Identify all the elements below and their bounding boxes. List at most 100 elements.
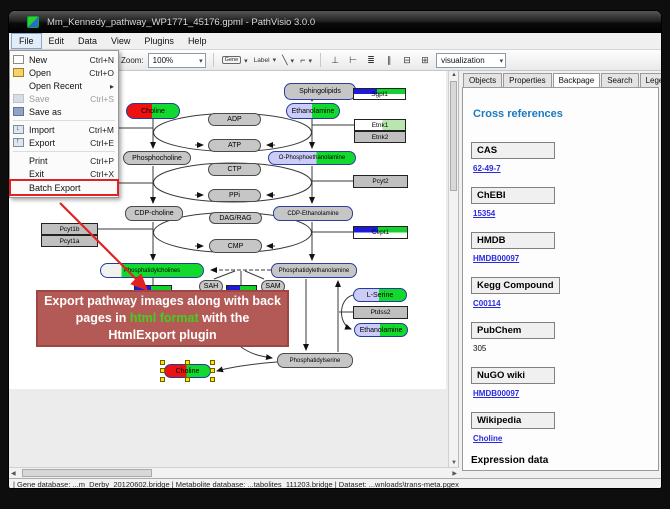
expression-data-heading: Expression data [471, 455, 650, 466]
node-ethanolamine-top[interactable]: Ethanolamine [286, 103, 340, 119]
scroll-left-icon[interactable]: ◀ [11, 470, 16, 477]
selection-handle[interactable] [210, 368, 215, 373]
node-etnk2[interactable]: Etnk2 [354, 131, 406, 143]
node-atp[interactable]: ATP [208, 139, 261, 152]
scroll-up-icon[interactable]: ▲ [451, 72, 457, 78]
node-o-phosphoethanolamine[interactable]: O-Phosphoethanolamine [268, 151, 356, 165]
xref-section-title: PubChem [471, 310, 650, 339]
add-gene-button[interactable]: Gene [221, 52, 249, 68]
side-panel-tabs: ObjectsPropertiesBackpageSearchLegend [462, 73, 660, 87]
node-dag[interactable]: DAG/RAG [209, 212, 262, 224]
xref-title-box: Wikipedia [471, 412, 555, 429]
selection-handle[interactable] [210, 377, 215, 382]
horizontal-scroll-thumb[interactable] [22, 469, 152, 477]
stack-button[interactable] [418, 52, 432, 68]
xref-title-box: ChEBI [471, 187, 555, 204]
menu-bar: FileEditDataViewPluginsHelp [9, 33, 661, 50]
title-bar[interactable]: Mm_Kennedy_pathway_WP1771_45176.gpml - P… [9, 11, 661, 33]
xref-link[interactable]: Choline [473, 434, 502, 443]
node-cept1[interactable]: Cept1 [353, 226, 408, 239]
file-menu-item-print[interactable]: PrintCtrl+P [10, 154, 118, 167]
menubar-item-data[interactable]: Data [71, 33, 104, 49]
xref-link[interactable]: HMDB00097 [473, 254, 519, 263]
node-ptdss2[interactable]: Ptdss2 [353, 306, 408, 319]
distribute-vertical-button[interactable] [382, 52, 396, 68]
node-l-serine[interactable]: L-Serine [353, 288, 407, 302]
tab-search[interactable]: Search [601, 73, 638, 87]
node-phosphocholine[interactable]: Phosphocholine [123, 151, 191, 165]
selection-handle[interactable] [160, 368, 165, 373]
tab-legend[interactable]: Legend [640, 73, 662, 87]
tab-properties[interactable]: Properties [503, 73, 551, 87]
common-size-button[interactable] [400, 52, 414, 68]
vertical-scroll-thumb[interactable] [450, 81, 457, 191]
node-cdp-ethanolamine[interactable]: CDP-Ethanolamine [273, 206, 353, 221]
menu-item-shortcut: Ctrl+X [90, 169, 114, 179]
node-cmp[interactable]: CMP [209, 239, 262, 253]
node-phosphatidylcholines[interactable]: Phosphatidylcholines [100, 263, 204, 278]
file-menu-item-save[interactable]: SaveCtrl+S [10, 92, 118, 105]
selection-handle[interactable] [185, 360, 190, 365]
scroll-down-icon[interactable]: ▼ [451, 460, 457, 466]
xref-title-box: Kegg Compound [471, 277, 560, 294]
scroll-right-icon[interactable]: ▶ [452, 470, 457, 477]
selection-handle[interactable] [160, 360, 165, 365]
menubar-item-plugins[interactable]: Plugins [137, 33, 181, 49]
menu-item-shortcut: Ctrl+P [90, 156, 114, 166]
menu-item-shortcut: Ctrl+S [90, 94, 114, 104]
chevron-down-icon [497, 56, 504, 65]
export-icon [13, 138, 24, 147]
file-menu-item-export[interactable]: ExportCtrl+E [10, 136, 118, 149]
xref-section: Wikipedia Choline [471, 400, 650, 443]
menubar-item-view[interactable]: View [104, 33, 137, 49]
node-choline-top[interactable]: Choline [126, 103, 180, 119]
xref-link[interactable]: C00114 [473, 299, 501, 308]
file-menu-item-import[interactable]: ImportCtrl+M [10, 123, 118, 136]
add-label-button[interactable]: Label [253, 52, 277, 68]
visualization-combobox[interactable]: visualization [436, 53, 506, 68]
node-cdp-choline[interactable]: CDP-choline [125, 206, 183, 221]
zoom-combobox[interactable]: 100% [148, 53, 206, 68]
file-menu-item-exit[interactable]: ExitCtrl+X [10, 167, 118, 180]
xref-link[interactable]: 15354 [473, 209, 495, 218]
node-etnk1[interactable]: Etnk1 [354, 119, 406, 131]
node-ctp[interactable]: CTP [208, 163, 261, 176]
node-ppi[interactable]: PPi [208, 189, 261, 202]
canvas-horizontal-scrollbar[interactable]: ◀ ▶ [9, 467, 459, 478]
selection-handle[interactable] [185, 377, 190, 382]
selection-handle[interactable] [210, 360, 215, 365]
node-pcyt2[interactable]: Pcyt2 [353, 175, 408, 188]
tab-backpage[interactable]: Backpage [553, 73, 601, 87]
node-phosphatidylethanolamine[interactable]: Phosphatidylethanolamine [271, 263, 357, 278]
line-tool-button[interactable] [281, 52, 295, 68]
backpage-panel: Cross references CAS62-49-7ChEBI15354HMD… [462, 87, 659, 471]
node-pcyt1b[interactable]: Pcyt1b [41, 223, 98, 235]
node-ethanolamine-bottom[interactable]: Ethanolamine [354, 323, 408, 337]
file-menu-item-new[interactable]: NewCtrl+N [10, 53, 118, 66]
node-label: PPi [229, 192, 240, 199]
xref-link[interactable]: 62-49-7 [473, 164, 501, 173]
node-pcyt1a[interactable]: Pcyt1a [41, 235, 98, 247]
menubar-item-edit[interactable]: Edit [42, 33, 72, 49]
menubar-item-file[interactable]: File [11, 33, 42, 49]
selection-handle[interactable] [160, 377, 165, 382]
canvas-vertical-scrollbar[interactable]: ▲ ▼ [448, 71, 458, 467]
xref-link[interactable]: HMDB00097 [473, 389, 519, 398]
file-menu-item-batch-export[interactable]: Batch Export [10, 180, 118, 195]
node-label: Sgpl1 [371, 91, 388, 98]
node-label: SAH [204, 283, 218, 290]
node-phosphatidylserine[interactable]: Phosphatidylserine [277, 353, 353, 368]
file-menu-item-open[interactable]: OpenCtrl+O [10, 66, 118, 79]
file-menu-item-open-recent[interactable]: Open Recent [10, 79, 118, 92]
align-horizontal-button[interactable] [328, 52, 342, 68]
node-sgpl1[interactable]: Sgpl1 [353, 88, 406, 100]
align-vertical-button[interactable] [346, 52, 360, 68]
file-menu-item-save-as[interactable]: Save as [10, 105, 118, 118]
connector-tool-button[interactable] [299, 52, 313, 68]
node-adp[interactable]: ADP [208, 113, 261, 126]
menubar-item-help[interactable]: Help [181, 33, 214, 49]
node-choline-bottom[interactable]: Choline [164, 364, 211, 378]
tab-objects[interactable]: Objects [463, 73, 502, 87]
node-sphingolipids[interactable]: Sphingolipids [284, 83, 356, 100]
distribute-horizontal-button[interactable] [364, 52, 378, 68]
